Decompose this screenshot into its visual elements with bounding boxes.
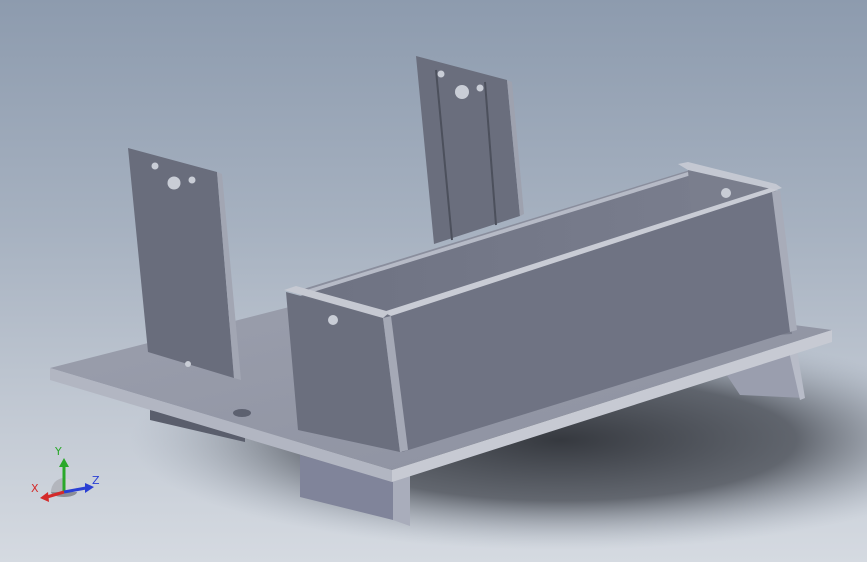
back-plate-hole-1 [437,70,445,78]
graphics-viewport[interactable]: Y Z X [0,0,867,562]
trough-left-hole [328,315,338,325]
back-plate-face [416,56,520,244]
left-plate-hole-4 [185,361,191,367]
base-hole [233,409,251,417]
back-plate-hole-3 [476,84,484,92]
orientation-triad[interactable]: Y Z X [28,440,108,510]
triad-y-arrow [59,458,69,467]
triad-y-label: Y [54,445,62,458]
triad-x-label: X [31,482,39,495]
model-view[interactable] [0,0,867,562]
triad-x-arrow [40,492,49,502]
left-plate-hole-2 [167,176,181,190]
left-plate-hole-1 [151,162,159,170]
triad-z-label: Z [92,474,100,487]
left-plate-hole-3 [188,176,196,184]
trough-right-hole [721,188,731,198]
back-plate-hole-2 [455,85,469,99]
